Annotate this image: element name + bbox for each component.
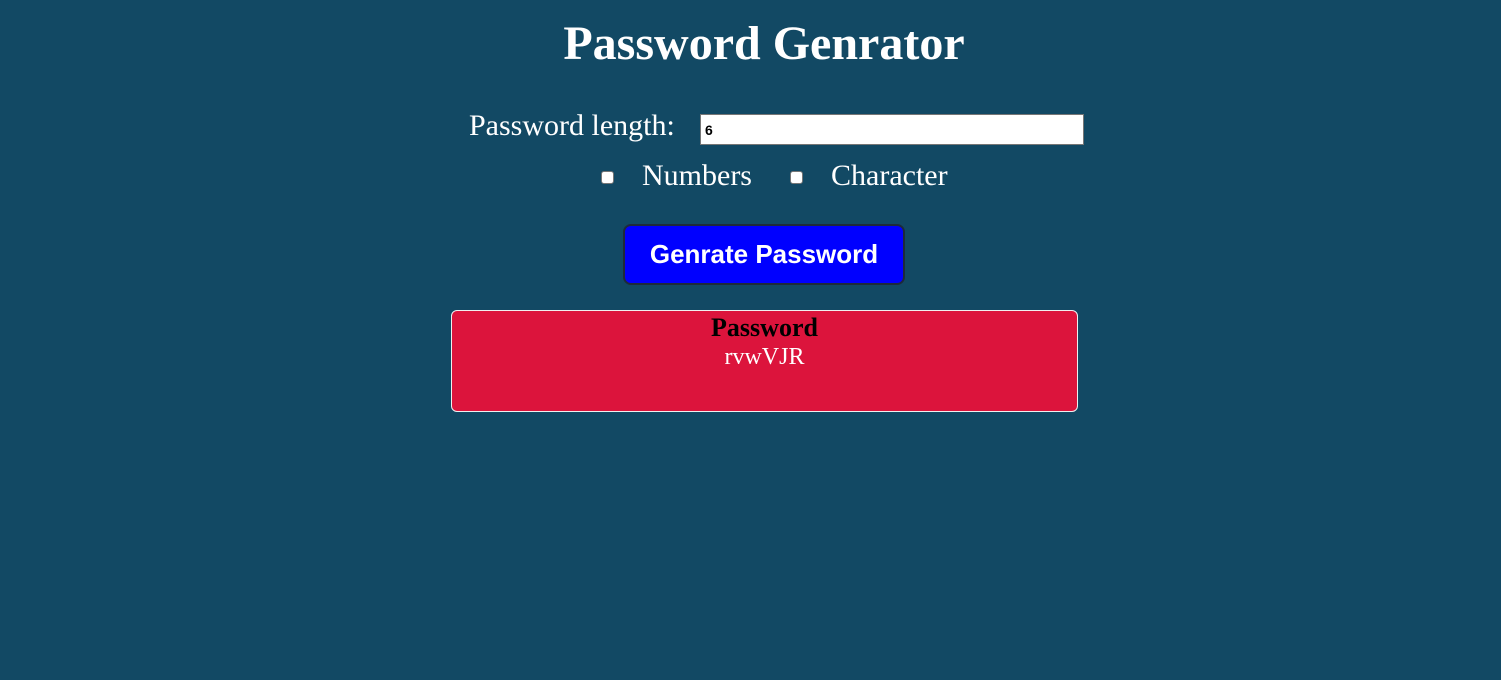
character-checkbox[interactable] xyxy=(790,171,803,184)
numbers-label: Numbers xyxy=(642,159,752,192)
generate-password-button[interactable]: Genrate Password xyxy=(623,224,905,285)
password-length-label: Password length: xyxy=(469,109,675,142)
password-result-box: Password rvwVJR xyxy=(451,310,1078,412)
result-heading: Password xyxy=(711,313,818,342)
generated-password: rvwVJR xyxy=(724,344,805,370)
character-label: Character xyxy=(831,159,948,192)
page-title: Password Genrator xyxy=(563,17,965,70)
password-length-input[interactable] xyxy=(700,114,1084,145)
numbers-checkbox[interactable] xyxy=(601,171,614,184)
